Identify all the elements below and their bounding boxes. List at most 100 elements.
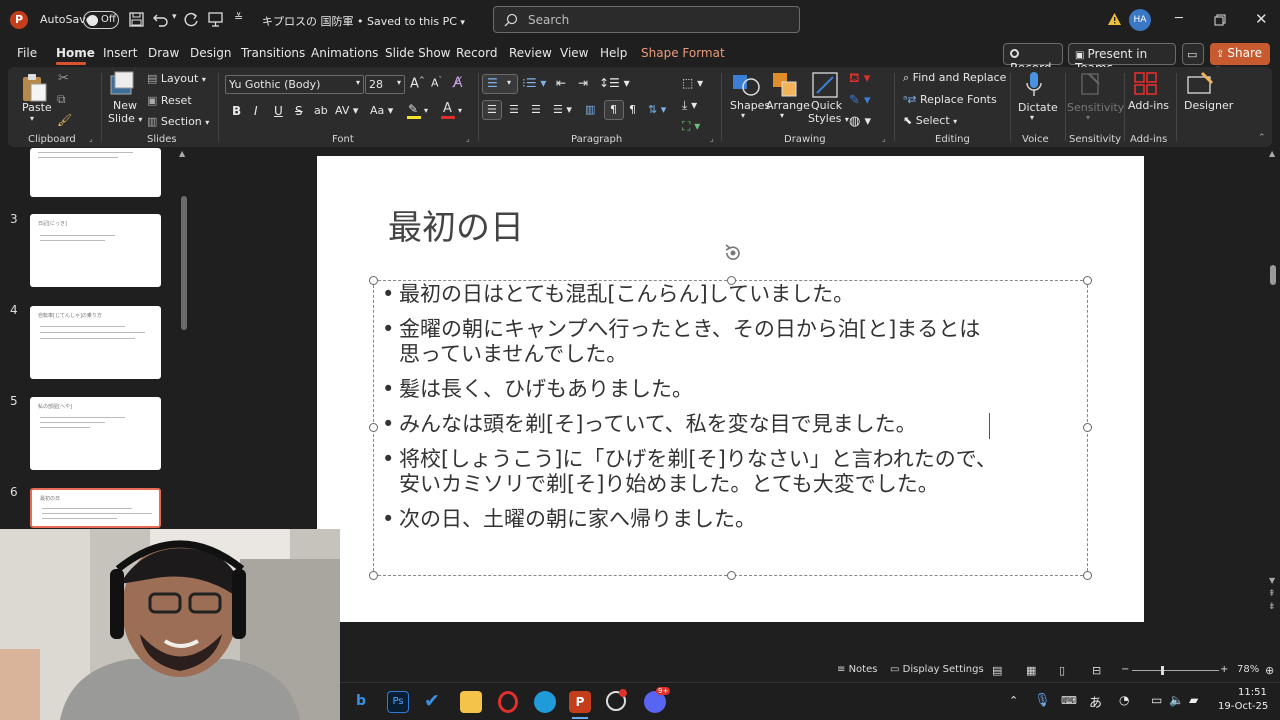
resize-handle[interactable] (1083, 423, 1092, 432)
notes-button[interactable]: ≡ Notes (837, 664, 877, 675)
scroll-up-icon[interactable]: ▲ (1269, 149, 1275, 158)
smartart-icon[interactable]: ⛶ ▾ (682, 119, 700, 134)
character-spacing-icon[interactable]: AV ▾ (335, 104, 358, 117)
todo-icon[interactable]: ✔ (424, 690, 440, 712)
text-direction-icon[interactable]: ⇅ ▾ (648, 103, 666, 116)
slide[interactable]: 最初の日 • 最初の日はとても混乱[こんらん]していました。 • 金曜の朝にキャンプ… (317, 156, 1144, 622)
justify-icon[interactable]: ☰ ▾ (553, 103, 572, 116)
decrease-font-size-icon[interactable]: Aˇ (431, 76, 442, 90)
opera-icon[interactable] (498, 691, 518, 713)
reset-button[interactable]: ▣ Reset (147, 94, 192, 107)
powerpoint-taskbar-icon[interactable]: P (569, 691, 591, 713)
tab-insert[interactable]: Insert (103, 46, 137, 60)
line-spacing-icon[interactable]: ↕☰ ▾ (599, 76, 630, 90)
chevron-down-icon[interactable]: ▾ (30, 114, 34, 123)
font-size-select[interactable]: 28 ▾ (365, 75, 405, 94)
align-center-icon[interactable]: ☰ (509, 103, 519, 116)
autosave-toggle[interactable]: Off (83, 11, 119, 29)
underline-icon[interactable]: U (274, 104, 283, 118)
present-in-teams-button[interactable]: ▣Present in Teams (1068, 43, 1176, 75)
customize-toolbar-icon[interactable]: ≚ (234, 11, 243, 24)
slide-sorter-icon[interactable]: ▦ (1026, 664, 1036, 677)
microphone-icon[interactable]: 🎙 (1034, 693, 1051, 708)
scroll-down-icon[interactable]: ▼ (1269, 576, 1275, 585)
tab-help[interactable]: Help (600, 46, 627, 60)
highlight-icon[interactable]: ✎ (407, 101, 421, 121)
change-case-icon[interactable]: Aa ▾ (370, 104, 393, 117)
increase-indent-icon[interactable]: ⇥ (578, 76, 588, 90)
clear-formatting-icon[interactable]: A̸ (453, 75, 463, 91)
chevron-down-icon[interactable]: ▾ (780, 111, 784, 120)
new-slide-label[interactable]: New (113, 99, 137, 112)
font-color-icon[interactable]: A (441, 101, 455, 121)
previous-slide-icon[interactable]: ⇞ (1268, 589, 1276, 599)
search-box[interactable]: Search (493, 6, 800, 33)
next-slide-icon[interactable]: ⇟ (1268, 602, 1276, 612)
tab-file[interactable]: File (17, 46, 37, 60)
tab-draw[interactable]: Draw (148, 46, 179, 60)
quick-styles-icon[interactable] (811, 71, 839, 99)
ime-mode-icon[interactable]: ◔ (1119, 693, 1129, 707)
tab-slide-show[interactable]: Slide Show (385, 46, 450, 60)
restore-icon[interactable] (1214, 14, 1226, 26)
chevron-down-icon[interactable]: ▾ (458, 106, 462, 115)
tab-shape-format[interactable]: Shape Format (641, 46, 725, 60)
slide-thumbnail-2[interactable] (30, 148, 161, 197)
find-and-replace-button[interactable]: ⌕ Find and Replace (903, 71, 1006, 85)
quick-styles-label-2[interactable]: Styles ▾ (808, 112, 849, 125)
designer-label[interactable]: Designer (1184, 99, 1233, 112)
tab-view[interactable]: View (560, 46, 588, 60)
slide-thumbnail-5[interactable]: 私の部屋[へや] (30, 397, 161, 470)
resize-handle[interactable] (727, 276, 736, 285)
columns-icon[interactable]: ▥ (585, 103, 595, 116)
scroll-up-icon[interactable]: ▲ (179, 149, 185, 158)
resize-handle[interactable] (1083, 571, 1092, 580)
shape-effects-icon[interactable]: ◍ ▾ (849, 114, 871, 129)
collapse-ribbon-icon[interactable]: ⌃ (1258, 133, 1266, 143)
slide-title[interactable]: 最初の日 (388, 200, 524, 249)
strikethrough-icon[interactable]: S (295, 104, 303, 118)
increase-font-size-icon[interactable]: A^ (410, 76, 425, 91)
slide-thumbnail-3[interactable]: 日記[にっき] (30, 214, 161, 287)
rtl-icon[interactable]: ¶ (629, 103, 636, 116)
canvas-scrollbar[interactable]: ▲ ▼ ⇞ ⇟ (1265, 149, 1280, 619)
arrange-icon[interactable] (771, 71, 799, 99)
save-icon[interactable] (129, 12, 144, 27)
minimize-icon[interactable]: ─ (1175, 11, 1183, 26)
new-slide-label-2[interactable]: Slide ▾ (108, 112, 142, 125)
slide-thumbnail-6[interactable]: 最初の日 (30, 488, 161, 528)
designer-icon[interactable] (1186, 71, 1214, 97)
zoom-in-icon[interactable]: + (1220, 664, 1228, 675)
shapes-label[interactable]: Shapes (730, 99, 770, 112)
format-painter-icon[interactable]: 🖌 (57, 113, 72, 127)
font-family-select[interactable]: Yu Gothic (Body) ▾ (225, 75, 364, 94)
resize-handle[interactable] (369, 276, 378, 285)
scroll-thumb[interactable] (1270, 265, 1276, 285)
clock-time[interactable]: 11:51 (1238, 687, 1267, 698)
resize-handle[interactable] (369, 571, 378, 580)
select-button[interactable]: ⬉ Select ▾ (903, 114, 957, 127)
clock-date[interactable]: 19-Oct-25 (1218, 701, 1268, 712)
close-icon[interactable]: ✕ (1255, 10, 1268, 28)
shape-outline-icon[interactable]: ✎ ▾ (849, 93, 871, 108)
tab-home[interactable]: Home (56, 46, 95, 60)
paste-label[interactable]: Paste (22, 101, 52, 114)
zoom-slider-thumb[interactable] (1161, 666, 1164, 675)
tab-record[interactable]: Record (456, 46, 497, 60)
section-button[interactable]: ▥ Section ▾ (147, 115, 209, 128)
tab-animations[interactable]: Animations (311, 46, 378, 60)
paste-icon[interactable] (20, 73, 48, 103)
document-title[interactable]: キプロスの 国防軍 • Saved to this PC ▾ (262, 13, 465, 29)
tab-transitions[interactable]: Transitions (241, 46, 305, 60)
dialog-launcher-icon[interactable]: ⌟ (882, 134, 886, 143)
italic-icon[interactable]: I (254, 104, 258, 118)
add-ins-label[interactable]: Add-ins (1128, 99, 1169, 112)
chevron-down-icon[interactable]: ▾ (741, 111, 745, 120)
arrange-label[interactable]: Arrange (766, 99, 810, 112)
slideshow-view-icon[interactable]: ⊟ (1092, 664, 1101, 677)
content-text-box[interactable]: • 最初の日はとても混乱[こんらん]していました。 • 金曜の朝にキャンプへ行ったと… (373, 280, 1088, 576)
align-right-icon[interactable]: ☰ (531, 103, 541, 116)
volume-icon[interactable]: 🔈 (1169, 693, 1184, 707)
layout-button[interactable]: ▤ Layout ▾ (147, 72, 206, 85)
decrease-indent-icon[interactable]: ⇤ (556, 76, 566, 90)
